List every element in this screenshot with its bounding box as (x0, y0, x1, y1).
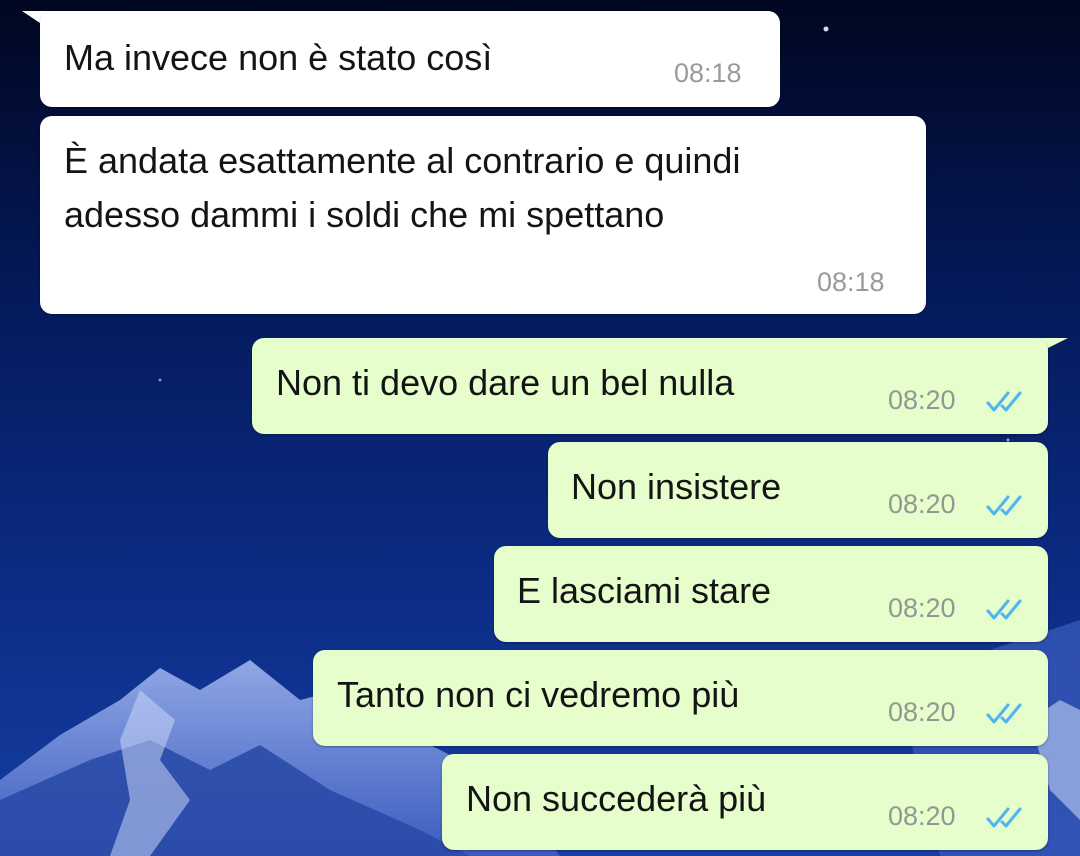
message-text: Non insistere (571, 466, 782, 507)
message-text-line: È andata esattamente al contrario e quin… (64, 140, 741, 181)
double-check-icon (986, 703, 1022, 724)
incoming-message[interactable]: È andata esattamente al contrario e quin… (40, 116, 926, 314)
message-text: E lasciami stare (517, 570, 772, 611)
message-time: 08:20 (888, 697, 956, 727)
outgoing-message[interactable]: Non ti devo dare un bel nulla 08:20 (252, 338, 1048, 434)
outgoing-message[interactable]: Tanto non ci vedremo più 08:20 (313, 650, 1048, 746)
double-check-icon (986, 495, 1022, 516)
outgoing-message[interactable]: Non succederà più 08:20 (442, 754, 1048, 850)
message-time: 08:20 (888, 385, 956, 415)
message-text: Non succederà più (466, 778, 767, 819)
message-text: Ma invece non è stato così (64, 37, 493, 78)
message-time: 08:20 (888, 801, 956, 831)
message-time: 08:18 (674, 58, 742, 88)
outgoing-message[interactable]: Non insistere 08:20 (548, 442, 1048, 538)
double-check-icon (986, 807, 1022, 828)
message-text-line: adesso dammi i soldi che mi spettano (64, 194, 665, 235)
message-time: 08:18 (817, 267, 885, 297)
message-text: Tanto non ci vedremo più (337, 674, 740, 715)
message-text: Non ti devo dare un bel nulla (276, 362, 735, 403)
outgoing-message[interactable]: E lasciami stare 08:20 (494, 546, 1048, 642)
double-check-icon (986, 599, 1022, 620)
incoming-message[interactable]: Ma invece non è stato così 08:18 (40, 11, 780, 107)
double-check-icon (986, 391, 1022, 412)
message-time: 08:20 (888, 489, 956, 519)
message-time: 08:20 (888, 593, 956, 623)
